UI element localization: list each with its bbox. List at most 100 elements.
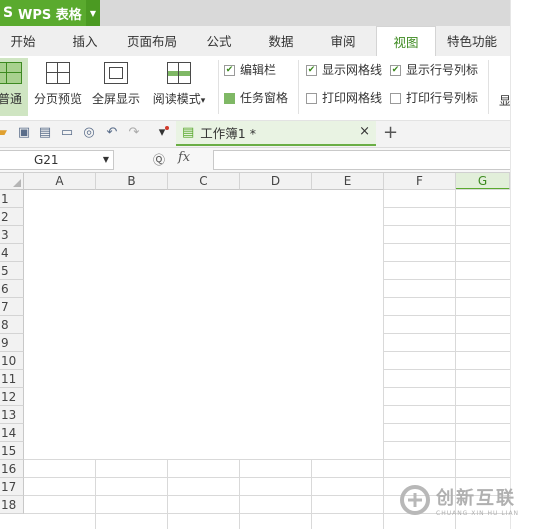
grid-line <box>384 207 510 208</box>
print-icon[interactable]: ▤ <box>37 125 53 141</box>
print-gridlines-toggle[interactable]: 打印网格线 <box>306 90 382 106</box>
task-pane-toggle-label: 任务窗格 <box>240 91 289 105</box>
grid-line <box>95 460 96 529</box>
formula-input[interactable] <box>213 150 510 170</box>
chevron-down-icon[interactable]: ▼ <box>103 151 109 169</box>
checkbox-icon[interactable] <box>306 92 317 104</box>
watermark-subtext: CHUANG XIN HU LIAN <box>436 509 520 517</box>
new-tab-button[interactable]: + <box>383 122 398 143</box>
zoom-search-icon[interactable]: Ⓠ <box>153 151 165 168</box>
spreadsheet-file-icon: ▤ <box>182 125 195 140</box>
tab-special-features[interactable]: 特色功能 <box>440 26 504 56</box>
grid-line <box>384 333 510 334</box>
tab-home[interactable]: 开始 <box>0 26 46 56</box>
normal-view-button[interactable]: 普通 <box>0 58 28 116</box>
tab-data[interactable]: 数据 <box>258 26 304 56</box>
column-header-c[interactable]: C <box>168 173 240 190</box>
grid-line <box>384 405 510 406</box>
checkbox-icon[interactable] <box>390 92 401 104</box>
close-icon[interactable]: × <box>359 124 370 139</box>
row-header[interactable]: 6 <box>0 280 24 298</box>
undo-icon[interactable]: ↶ <box>104 125 120 141</box>
column-header-d[interactable]: D <box>240 173 312 190</box>
reading-mode-icon <box>167 62 191 84</box>
row-header[interactable]: 17 <box>0 478 24 496</box>
app-name: WPS 表格 <box>18 7 82 23</box>
notification-dot <box>165 126 169 130</box>
insert-function-button[interactable]: fx <box>178 150 190 165</box>
checkbox-icon[interactable] <box>224 92 235 104</box>
checkbox-checked-icon[interactable]: ✔ <box>390 64 401 76</box>
grid-line <box>24 459 510 460</box>
row-header[interactable]: 2 <box>0 208 24 226</box>
fullscreen-button[interactable]: 全屏显示 <box>90 58 142 116</box>
show-headings-toggle[interactable]: ✔ 显示行号列标 <box>390 62 478 78</box>
tab-view[interactable]: 视图 <box>376 26 436 57</box>
row-header[interactable]: 18 <box>0 496 24 514</box>
redo-icon[interactable]: ↷ <box>126 125 142 141</box>
formula-bar: G21 ▼ Ⓠ fx <box>0 148 510 173</box>
tab-insert[interactable]: 插入 <box>62 26 108 56</box>
tab-page-layout[interactable]: 页面布局 <box>120 26 184 56</box>
reading-mode-label: 阅读模式 <box>152 92 201 106</box>
row-header[interactable]: 14 <box>0 424 24 442</box>
row-header[interactable]: 15 <box>0 442 24 460</box>
formula-bar-toggle-label: 编辑栏 <box>240 63 277 77</box>
wps-logo-icon: S <box>2 5 14 21</box>
print-preview-icon[interactable]: ◎ <box>81 125 97 141</box>
checkbox-checked-icon[interactable]: ✔ <box>224 64 235 76</box>
app-menu-button[interactable]: S WPS 表格 ▼ <box>0 0 100 26</box>
row-header[interactable]: 16 <box>0 460 24 478</box>
print-headings-toggle[interactable]: 打印行号列标 <box>390 90 478 106</box>
open-folder-icon[interactable]: ▰ <box>0 125 10 141</box>
row-header[interactable]: 13 <box>0 406 24 424</box>
menu-bar: 开始 插入 页面布局 公式 数据 审阅 视图 特色功能 <box>0 26 510 57</box>
row-header[interactable]: 7 <box>0 298 24 316</box>
page-break-preview-button[interactable]: 分页预览 <box>32 58 84 116</box>
row-header[interactable]: 8 <box>0 316 24 334</box>
grid-line <box>24 477 510 478</box>
export-pdf-icon[interactable]: ▭ <box>59 125 75 141</box>
checkbox-checked-icon[interactable]: ✔ <box>306 64 317 76</box>
grid-line <box>384 315 510 316</box>
print-headings-label: 打印行号列标 <box>406 91 479 105</box>
show-gridlines-label: 显示网格线 <box>322 63 383 77</box>
column-header-a[interactable]: A <box>24 173 96 190</box>
show-gridlines-toggle[interactable]: ✔ 显示网格线 <box>306 62 382 78</box>
tab-formulas[interactable]: 公式 <box>196 26 242 56</box>
task-pane-toggle[interactable]: 任务窗格 <box>224 90 288 106</box>
row-header[interactable]: 10 <box>0 352 24 370</box>
ribbon-divider <box>298 60 299 114</box>
row-header[interactable]: 11 <box>0 370 24 388</box>
reading-mode-button[interactable]: 阅读模式▾ <box>148 58 210 116</box>
grid-line <box>384 423 510 424</box>
grid-line <box>455 190 456 529</box>
normal-view-label: 普通 <box>0 92 23 106</box>
column-header-e[interactable]: E <box>312 173 384 190</box>
grid-line <box>384 441 510 442</box>
save-icon[interactable]: ▣ <box>16 125 32 141</box>
grid-line <box>167 460 168 529</box>
name-box[interactable]: G21 ▼ <box>0 150 114 170</box>
tab-review[interactable]: 审阅 <box>320 26 366 56</box>
formula-bar-toggle[interactable]: ✔ 编辑栏 <box>224 62 276 78</box>
column-header-g[interactable]: G <box>456 173 510 190</box>
row-header[interactable]: 3 <box>0 226 24 244</box>
grid-line <box>384 369 510 370</box>
column-header-f[interactable]: F <box>384 173 456 190</box>
document-tab[interactable]: ▤ 工作簿1 * × <box>176 121 376 146</box>
grid-line <box>384 189 510 190</box>
chevron-down-icon[interactable]: ▾ <box>201 96 206 106</box>
quick-access-toolbar: ▰ ▣ ▤ ▭ ◎ ↶ ↷ ▾ ▤ 工作簿1 * × + <box>0 121 510 148</box>
select-all-corner[interactable] <box>0 173 24 190</box>
chevron-down-icon[interactable]: ▼ <box>86 0 100 26</box>
row-header[interactable]: 1 <box>0 190 24 208</box>
row-header[interactable]: 4 <box>0 244 24 262</box>
row-header[interactable]: 9 <box>0 334 24 352</box>
grid-line <box>384 225 510 226</box>
row-header[interactable]: 12 <box>0 388 24 406</box>
normal-view-icon <box>0 62 22 84</box>
row-header[interactable]: 5 <box>0 262 24 280</box>
chuangxin-logo-icon <box>400 485 430 515</box>
column-header-b[interactable]: B <box>96 173 168 190</box>
